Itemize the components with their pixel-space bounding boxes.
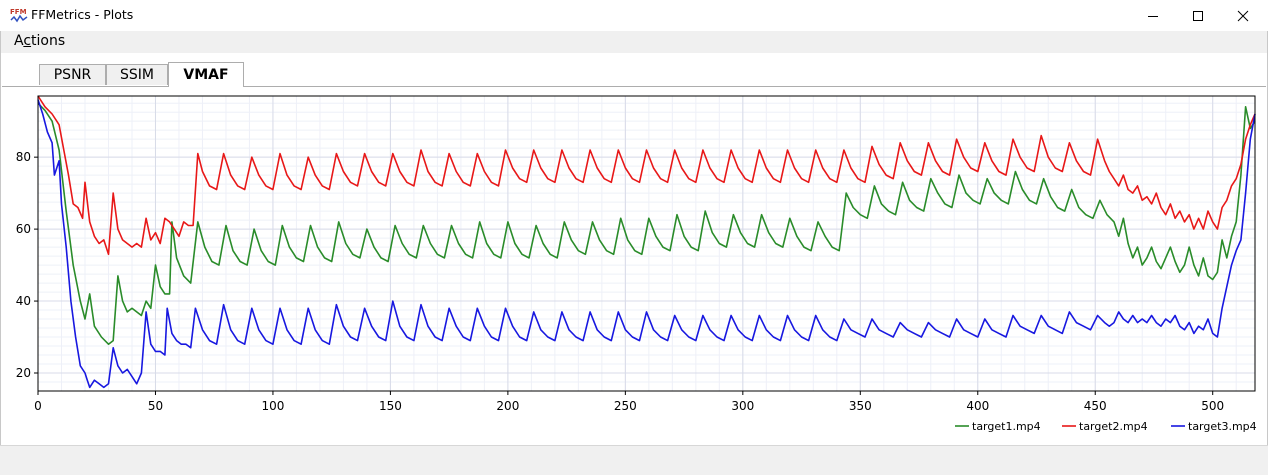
y-tick-label: 80 (16, 150, 31, 164)
title-bar: FFM FFMetrics - Plots (0, 0, 1268, 31)
status-bar (0, 445, 1268, 475)
y-tick-label: 20 (16, 366, 31, 380)
x-tick-label: 350 (849, 399, 872, 413)
window-title: FFMetrics - Plots (31, 7, 134, 22)
window-frame-left (0, 31, 1, 445)
close-icon (1237, 10, 1249, 21)
legend-label-3: target3.mp4 (1188, 420, 1257, 433)
x-tick-label: 250 (614, 399, 637, 413)
tab-psnr-label: PSNR (53, 67, 92, 83)
ffm-app-icon: FFM (10, 8, 28, 23)
menu-bar: Actions (0, 31, 1268, 53)
x-tick-label: 450 (1084, 399, 1107, 413)
x-tick-label: 150 (379, 399, 402, 413)
tab-vmaf-label: VMAF (183, 67, 229, 83)
plot-frame (37, 95, 1256, 392)
x-tick-label: 100 (261, 399, 284, 413)
vmaf-chart: 0 50 100 150 200 250 300 350 400 450 500 20 40 60 80 ta… (16, 95, 1257, 433)
tab-psnr[interactable]: PSNR (39, 64, 106, 85)
x-tick-label: 0 (34, 399, 42, 413)
tab-strip: PSNR SSIM VMAF (0, 53, 1268, 87)
x-tick-label: 300 (731, 399, 754, 413)
close-button[interactable] (1220, 0, 1266, 31)
svg-text:FFM: FFM (10, 8, 27, 16)
legend-label-2: target2.mp4 (1079, 420, 1148, 433)
series-line-3 (37, 99, 1256, 389)
minimize-icon (1148, 15, 1158, 17)
maximize-icon (1193, 10, 1203, 21)
maximize-button[interactable] (1175, 0, 1221, 31)
x-tick-label: 200 (496, 399, 519, 413)
menu-actions[interactable]: Actions (14, 33, 65, 49)
y-tick-label: 60 (16, 222, 31, 236)
legend-label-1: target1.mp4 (972, 420, 1041, 433)
tab-vmaf[interactable]: VMAF (168, 62, 244, 87)
tab-ssim-label: SSIM (120, 67, 154, 83)
minimize-button[interactable] (1130, 0, 1176, 31)
tab-ssim[interactable]: SSIM (106, 64, 168, 85)
x-tick-label: 400 (966, 399, 989, 413)
x-tick-label: 50 (148, 399, 163, 413)
x-tick-label: 500 (1201, 399, 1224, 413)
y-tick-label: 40 (16, 294, 31, 308)
